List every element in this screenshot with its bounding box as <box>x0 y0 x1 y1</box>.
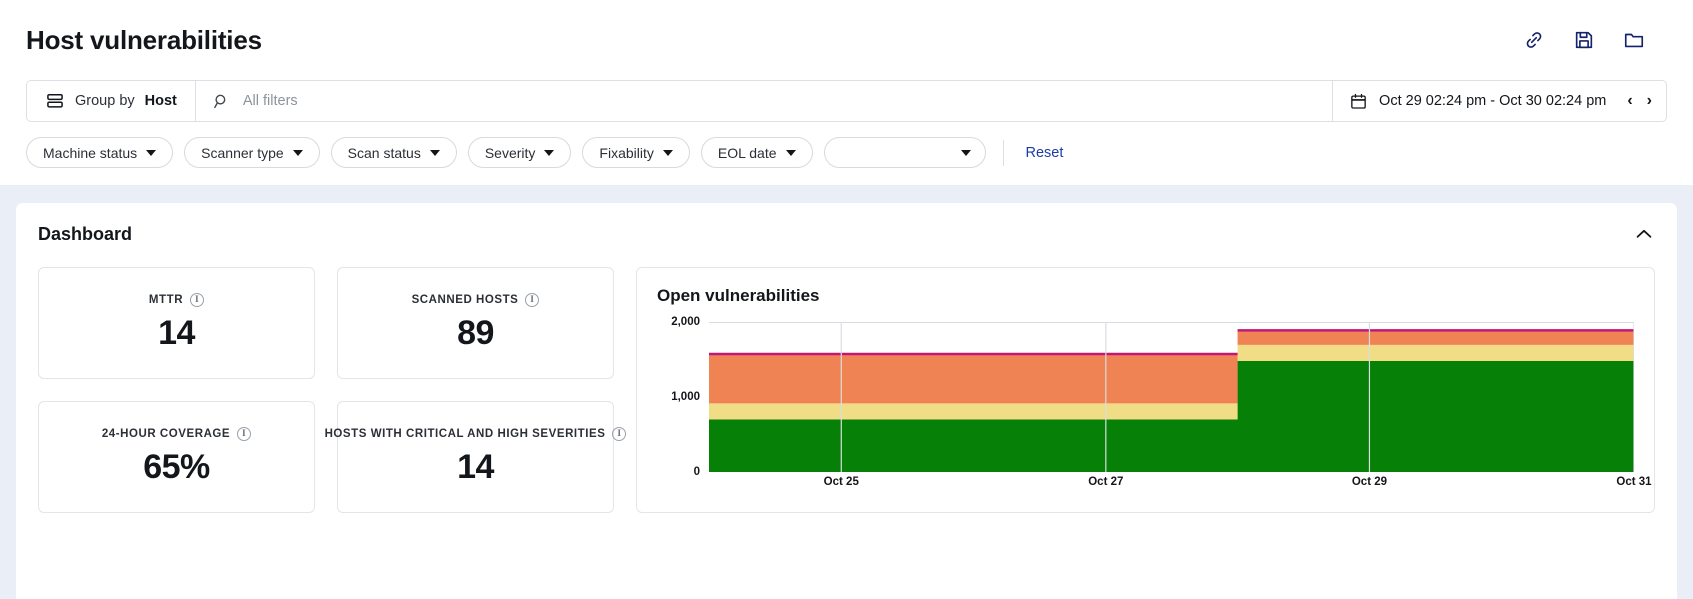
group-by-label: Group by <box>75 93 135 109</box>
y-axis-tick: 0 <box>693 466 700 478</box>
kpi-grid: MTTR i 14 SCANNED HOSTS i 89 24-HOUR COV… <box>38 267 627 513</box>
copy-link-icon[interactable] <box>1523 29 1545 51</box>
chart-plot <box>709 322 1634 472</box>
date-next-button[interactable]: › <box>1647 93 1652 109</box>
kpi-label-text: SCANNED HOSTS <box>411 294 519 306</box>
filter-chip-fixability[interactable]: Fixability <box>582 137 690 168</box>
kpi-label: 24-HOUR COVERAGE i <box>101 427 252 441</box>
date-range-picker[interactable]: Oct 29 02:24 pm - Oct 30 02:24 pm ‹ › <box>1332 81 1666 121</box>
kpi-value: 14 <box>457 448 494 486</box>
kpi-label: HOSTS WITH CRITICAL AND HIGH SEVERITIES … <box>325 427 627 441</box>
reset-filters-button[interactable]: Reset <box>1026 145 1064 161</box>
x-axis-tick: Oct 29 <box>1351 476 1388 488</box>
kpi-value: 89 <box>457 314 494 352</box>
chips-divider <box>1002 139 1004 166</box>
filter-chip-scan-status[interactable]: Scan status <box>330 137 457 168</box>
info-icon[interactable]: i <box>237 427 252 441</box>
search-icon <box>214 94 226 108</box>
kpi-label-text: MTTR <box>148 294 184 306</box>
filter-chip-machine-status[interactable]: Machine status <box>26 137 174 168</box>
chip-label: EOL date <box>717 144 777 161</box>
group-by-host-button[interactable]: Group by Host <box>27 81 196 121</box>
calendar-icon <box>1351 93 1366 109</box>
dashboard-header: Dashboard <box>38 223 1655 245</box>
chip-label: Machine status <box>43 144 138 161</box>
chip-label: Severity <box>484 144 536 161</box>
group-by-value: Host <box>144 93 177 109</box>
page-title: Host vulnerabilities <box>26 24 262 55</box>
filter-chip-scanner-type[interactable]: Scanner type <box>184 137 320 168</box>
stacked-area-svg[interactable] <box>709 322 1634 472</box>
save-icon[interactable] <box>1573 29 1595 51</box>
info-icon[interactable]: i <box>612 427 627 441</box>
search-input[interactable] <box>242 93 1317 109</box>
header-actions <box>1523 29 1667 51</box>
kpi-label-text: HOSTS WITH CRITICAL AND HIGH SEVERITIES <box>324 428 606 440</box>
chart-x-axis: Oct 25 Oct 27 Oct 29 Oct 31 <box>709 476 1652 498</box>
folder-icon[interactable] <box>1623 29 1645 51</box>
chip-label: Fixability <box>599 144 654 161</box>
chip-label: Scan status <box>347 144 421 161</box>
dashboard-card: Dashboard MTTR i 14 SCANNED HOS <box>16 203 1677 599</box>
dashboard-title: Dashboard <box>38 223 133 244</box>
kpi-card-scanned-hosts: SCANNED HOSTS i 89 <box>337 267 614 379</box>
kpi-card-hosts-critical-high: HOSTS WITH CRITICAL AND HIGH SEVERITIES … <box>325 401 627 513</box>
chevron-down-icon <box>544 149 555 156</box>
chart-y-axis: 0 1,000 2,000 <box>657 316 709 498</box>
chevron-down-icon <box>662 149 673 156</box>
chevron-down-icon <box>960 149 971 156</box>
x-axis-tick: Oct 31 <box>1616 476 1652 488</box>
chart-plot-wrap: Oct 25 Oct 27 Oct 29 Oct 31 <box>709 322 1652 498</box>
kpi-card-mttr: MTTR i 14 <box>38 267 315 379</box>
filter-chip-severity[interactable]: Severity <box>467 137 572 168</box>
chevron-down-icon <box>429 149 440 156</box>
kpi-value: 65% <box>143 448 210 486</box>
chart-title: Open vulnerabilities <box>657 286 820 305</box>
kpi-card-24-hour-coverage: 24-HOUR COVERAGE i 65% <box>38 401 315 513</box>
filter-chip-eol-date[interactable]: EOL date <box>700 137 813 168</box>
chevron-down-icon <box>146 149 157 156</box>
filter-chips-row: Machine status Scanner type Scan status … <box>26 122 1667 168</box>
y-axis-tick: 1,000 <box>671 391 700 403</box>
chevron-down-icon <box>785 149 796 156</box>
page-header: Host vulnerabilities <box>0 0 1693 80</box>
filter-chip-empty[interactable] <box>823 137 986 168</box>
x-axis-tick: Oct 25 <box>823 476 859 488</box>
dashboard-body: Dashboard MTTR i 14 SCANNED HOS <box>0 185 1693 599</box>
chart-body: 0 1,000 2,000 Oct 25 Oct 27 Oct 29 Oct 31 <box>657 316 1652 498</box>
date-range-arrows: ‹ › <box>1627 93 1652 109</box>
collapse-dashboard-button[interactable] <box>1633 223 1655 245</box>
kpi-label: SCANNED HOSTS i <box>412 293 540 307</box>
kpi-label-text: 24-HOUR COVERAGE <box>101 428 231 440</box>
info-icon[interactable]: i <box>525 293 540 307</box>
kpi-label: MTTR i <box>148 293 205 307</box>
filter-area: Group by Host Oct 29 02:24 pm - Oct 30 0… <box>0 80 1693 168</box>
chevron-up-icon <box>1636 229 1652 238</box>
x-axis-tick: Oct 27 <box>1088 476 1124 488</box>
chip-label: Scanner type <box>201 144 284 161</box>
date-prev-button[interactable]: ‹ <box>1627 93 1632 109</box>
open-vulnerabilities-chart-panel: Open vulnerabilities 0 1,000 2,000 Oct 25 O… <box>636 267 1655 513</box>
chevron-down-icon <box>292 149 303 156</box>
group-rows-icon <box>47 94 63 108</box>
search-field-wrap <box>196 81 1332 121</box>
y-axis-tick: 2,000 <box>671 316 700 328</box>
date-range-value: Oct 29 02:24 pm - Oct 30 02:24 pm <box>1379 93 1607 109</box>
dashboard-grid: MTTR i 14 SCANNED HOSTS i 89 24-HOUR COV… <box>38 267 1655 513</box>
search-bar: Group by Host Oct 29 02:24 pm - Oct 30 0… <box>26 80 1667 122</box>
info-icon[interactable]: i <box>190 293 205 307</box>
kpi-value: 14 <box>158 314 195 352</box>
